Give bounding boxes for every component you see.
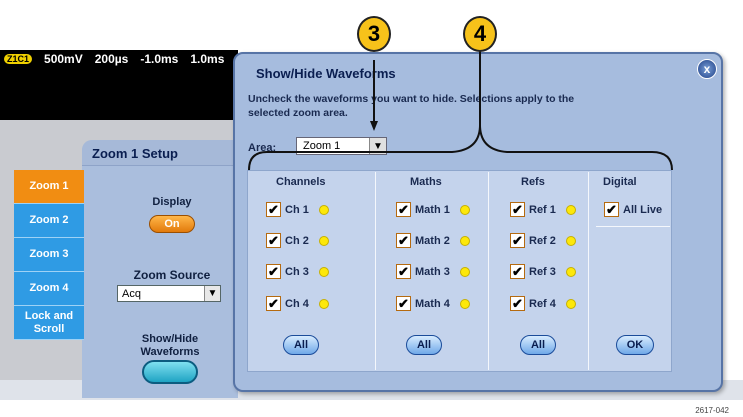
- show-hide-waveforms-button[interactable]: [142, 360, 198, 384]
- check-icon: ✔: [510, 233, 525, 248]
- ok-button[interactable]: OK: [616, 335, 654, 355]
- check-icon: ✔: [510, 202, 525, 217]
- check-icon: ✔: [396, 202, 411, 217]
- channel-color-dot: [318, 298, 329, 309]
- checkbox-ch2[interactable]: ✔ Ch 2: [266, 233, 329, 248]
- checkbox-ch3[interactable]: ✔ Ch 3: [266, 264, 329, 279]
- tab-zoom-2[interactable]: Zoom 2: [14, 204, 84, 238]
- zoom-source-value: Acq: [122, 287, 141, 300]
- checkbox-math1[interactable]: ✔ Math 1: [396, 202, 470, 217]
- zoom-tabs: Zoom 1 Zoom 2 Zoom 3 Zoom 4 Lock and Scr…: [14, 170, 84, 340]
- refs-all-button[interactable]: All: [520, 335, 556, 355]
- status-bar: Z1C1 500mV 200µs -1.0ms 1.0ms: [0, 50, 238, 68]
- check-icon: ✔: [396, 233, 411, 248]
- tab-lock-and-scroll[interactable]: Lock and Scroll: [14, 306, 84, 340]
- display-toggle-button[interactable]: On: [149, 215, 195, 233]
- ref-color-dot: [565, 204, 576, 215]
- channel-color-dot: [318, 266, 329, 277]
- zoom-channel-badge: Z1C1: [4, 54, 33, 64]
- check-icon: ✔: [396, 264, 411, 279]
- checkbox-math3[interactable]: ✔ Math 3: [396, 264, 470, 279]
- math-color-dot: [459, 298, 470, 309]
- waveform-display: [0, 68, 238, 120]
- checkbox-ref1[interactable]: ✔ Ref 1: [510, 202, 576, 217]
- check-icon: ✔: [266, 296, 281, 311]
- callout-4-bracket: [248, 50, 673, 171]
- check-icon: ✔: [604, 202, 619, 217]
- column-divider: [375, 172, 376, 370]
- time-per-div: 200µs: [94, 52, 129, 66]
- column-divider: [588, 172, 589, 370]
- volts-per-div: 500mV: [44, 52, 83, 66]
- chevron-down-icon: ▼: [204, 286, 220, 301]
- figure-id: 2617-042: [695, 406, 729, 415]
- checkbox-all-live[interactable]: ✔ All Live: [604, 202, 662, 217]
- maths-all-button[interactable]: All: [406, 335, 442, 355]
- channel-color-dot: [318, 235, 329, 246]
- ref-color-dot: [565, 298, 576, 309]
- ref-color-dot: [565, 235, 576, 246]
- tab-zoom-4[interactable]: Zoom 4: [14, 272, 84, 306]
- check-icon: ✔: [266, 202, 281, 217]
- callout-4: 4: [463, 16, 497, 52]
- channel-color-dot: [318, 204, 329, 215]
- math-color-dot: [459, 266, 470, 277]
- close-button[interactable]: x: [697, 59, 717, 79]
- time-end: 1.0ms: [190, 52, 225, 66]
- check-icon: ✔: [266, 233, 281, 248]
- check-icon: ✔: [396, 296, 411, 311]
- check-icon: ✔: [510, 296, 525, 311]
- column-divider: [488, 172, 489, 370]
- checkbox-ch4[interactable]: ✔ Ch 4: [266, 296, 329, 311]
- checkbox-math4[interactable]: ✔ Math 4: [396, 296, 470, 311]
- tab-zoom-1[interactable]: Zoom 1: [14, 170, 84, 204]
- time-start: -1.0ms: [140, 52, 179, 66]
- tab-zoom-3[interactable]: Zoom 3: [14, 238, 84, 272]
- check-icon: ✔: [510, 264, 525, 279]
- display-label: Display: [152, 196, 192, 208]
- show-hide-label: Show/Hide Waveforms: [140, 333, 200, 358]
- zoom-source-select[interactable]: Acq ▼: [117, 285, 221, 302]
- check-icon: ✔: [266, 264, 281, 279]
- channels-all-button[interactable]: All: [283, 335, 319, 355]
- checkbox-ch1[interactable]: ✔ Ch 1: [266, 202, 329, 217]
- zoom-setup-title: Zoom 1 Setup: [82, 140, 238, 166]
- checkbox-ref2[interactable]: ✔ Ref 2: [510, 233, 576, 248]
- ref-color-dot: [565, 266, 576, 277]
- checkbox-ref3[interactable]: ✔ Ref 3: [510, 264, 576, 279]
- math-color-dot: [459, 235, 470, 246]
- checkbox-ref4[interactable]: ✔ Ref 4: [510, 296, 576, 311]
- digital-separator: [596, 226, 670, 227]
- math-color-dot: [459, 204, 470, 215]
- zoom-source-label: Zoom Source: [133, 268, 211, 282]
- checkbox-math2[interactable]: ✔ Math 2: [396, 233, 470, 248]
